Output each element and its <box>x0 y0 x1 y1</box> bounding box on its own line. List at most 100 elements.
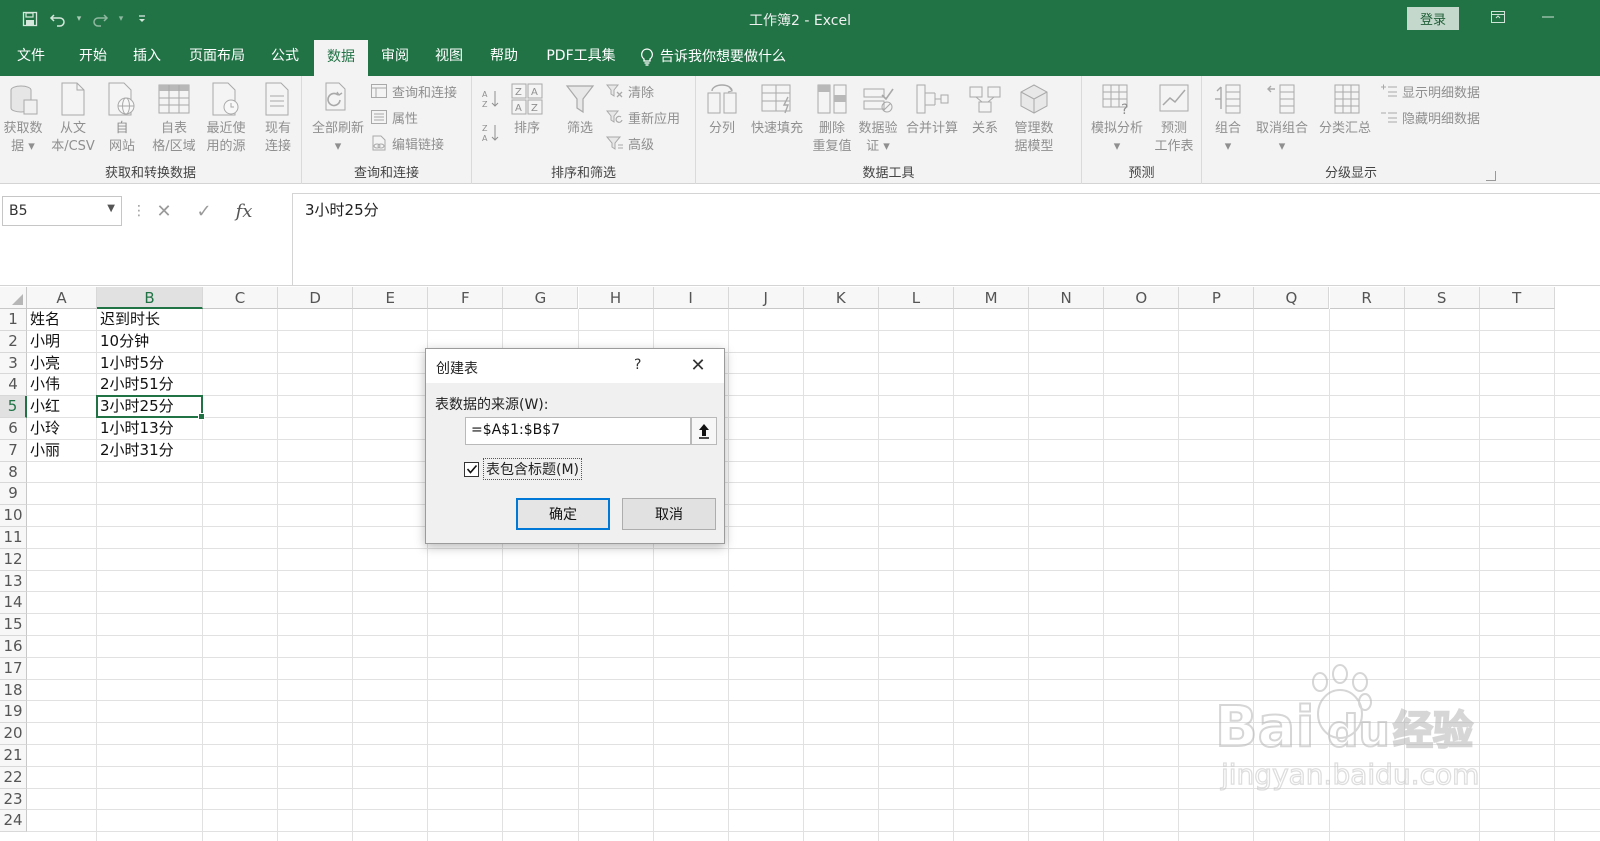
minimize-icon[interactable] <box>1535 6 1561 28</box>
cell-b2[interactable]: 10分钟 <box>97 331 203 353</box>
column-header-m[interactable]: M <box>954 287 1030 309</box>
subtotal-button[interactable]: 分类汇总 <box>1314 80 1376 138</box>
relationships-button[interactable]: 关系 <box>964 80 1006 138</box>
row-header-21[interactable]: 21 <box>0 745 27 767</box>
sort-a-to-z-button[interactable]: AZ <box>482 88 500 110</box>
column-header-c[interactable]: C <box>203 287 279 309</box>
tab-pdf-tools[interactable]: PDF工具集 <box>538 38 624 76</box>
recent-sources-button[interactable]: 最近使 用的源 <box>200 80 252 156</box>
refresh-all-button[interactable]: 全部刷新 ▾ <box>308 80 368 156</box>
insert-function-icon[interactable]: fx <box>224 201 264 222</box>
row-header-12[interactable]: 12 <box>0 548 27 571</box>
filter-button[interactable]: 筛选 <box>558 80 602 138</box>
chevron-down-icon[interactable]: ▼ <box>107 203 115 214</box>
column-header-q[interactable]: Q <box>1254 287 1330 309</box>
formula-input[interactable]: 3小时25分 <box>292 193 1600 286</box>
cell-a1[interactable]: 姓名 <box>27 309 97 331</box>
group-button[interactable]: 组合 ▾ <box>1206 80 1250 156</box>
cell-b4[interactable]: 2小时51分 <box>97 374 203 396</box>
queries-connections-button[interactable]: 查询和连接 <box>370 80 457 102</box>
row-header-20[interactable]: 20 <box>0 723 27 745</box>
select-all-button[interactable] <box>0 287 27 309</box>
help-icon[interactable]: ? <box>634 357 641 373</box>
sort-button[interactable]: ZAAZ 排序 <box>506 80 548 138</box>
tab-home[interactable]: 开始 <box>70 38 116 76</box>
column-header-s[interactable]: S <box>1404 287 1480 309</box>
column-header-l[interactable]: L <box>878 287 954 309</box>
row-header-2[interactable]: 2 <box>0 330 27 353</box>
existing-connections-button[interactable]: 现有 连接 <box>256 80 300 156</box>
advanced-filter-button[interactable]: 高级 <box>606 132 654 154</box>
tab-insert[interactable]: 插入 <box>124 38 170 76</box>
column-header-h[interactable]: H <box>578 287 654 309</box>
ok-button[interactable]: 确定 <box>516 498 610 530</box>
row-header-7[interactable]: 7 <box>0 439 27 462</box>
tab-review[interactable]: 审阅 <box>372 38 418 76</box>
row-header-6[interactable]: 6 <box>0 418 27 440</box>
cancel-icon[interactable]: ✕ <box>144 201 184 222</box>
tab-page-layout[interactable]: 页面布局 <box>184 38 250 76</box>
tab-data[interactable]: 数据 <box>314 38 368 76</box>
cell-a4[interactable]: 小伟 <box>27 374 97 396</box>
cancel-button[interactable]: 取消 <box>622 498 716 530</box>
tab-help[interactable]: 帮助 <box>481 38 527 76</box>
hide-detail-button[interactable]: 隐藏明细数据 <box>1380 106 1480 128</box>
enter-icon[interactable]: ✓ <box>184 201 224 222</box>
column-header-a[interactable]: A <box>27 287 97 309</box>
cell-a3[interactable]: 小亮 <box>27 353 97 375</box>
data-validation-button[interactable]: 数据验 证 ▾ <box>854 80 902 156</box>
column-header-e[interactable]: E <box>353 287 429 309</box>
column-header-n[interactable]: N <box>1029 287 1105 309</box>
login-button[interactable]: 登录 <box>1407 7 1459 30</box>
close-icon[interactable]: ✕ <box>686 355 710 376</box>
more-options-icon[interactable]: ⋮ <box>132 203 146 219</box>
row-header-19[interactable]: 19 <box>0 701 27 724</box>
tab-formulas[interactable]: 公式 <box>262 38 308 76</box>
row-header-17[interactable]: 17 <box>0 657 27 680</box>
has-headers-checkbox[interactable] <box>464 461 479 477</box>
tab-file[interactable]: 文件 <box>8 38 54 76</box>
row-header-24[interactable]: 24 <box>0 810 27 833</box>
has-headers-label[interactable]: 表包含标题(M) <box>483 458 583 480</box>
cell-a5[interactable]: 小红 <box>27 396 97 418</box>
ungroup-button[interactable]: 取消组合 ▾ <box>1250 80 1314 156</box>
get-data-button[interactable]: 获取数 据 ▾ <box>0 80 46 156</box>
what-if-analysis-button[interactable]: ? 模拟分析 ▾ <box>1086 80 1148 156</box>
reapply-button[interactable]: 重新应用 <box>606 106 680 128</box>
sort-z-to-a-button[interactable]: ZA <box>482 122 500 144</box>
row-header-8[interactable]: 8 <box>0 461 27 484</box>
row-header-18[interactable]: 18 <box>0 679 27 702</box>
column-header-p[interactable]: P <box>1179 287 1255 309</box>
range-input[interactable]: =$A$1:$B$7 <box>465 417 691 445</box>
column-header-r[interactable]: R <box>1329 287 1405 309</box>
consolidate-button[interactable]: 合并计算 <box>902 80 962 138</box>
column-header-t[interactable]: T <box>1479 287 1555 309</box>
ribbon-display-options-icon[interactable] <box>1485 6 1511 28</box>
row-header-5[interactable]: 5 <box>0 396 27 418</box>
column-header-f[interactable]: F <box>428 287 504 309</box>
remove-duplicates-button[interactable]: 删除 重复值 <box>810 80 854 156</box>
column-header-b[interactable]: B <box>97 287 203 309</box>
row-header-22[interactable]: 22 <box>0 766 27 789</box>
row-header-9[interactable]: 9 <box>0 483 27 506</box>
tell-me-search[interactable]: 告诉我你想要做什么 <box>640 38 786 76</box>
cell-b6[interactable]: 1小时13分 <box>97 418 203 440</box>
from-table-range-button[interactable]: 自表 格/区域 <box>148 80 200 156</box>
cell-b3[interactable]: 1小时5分 <box>97 353 203 375</box>
text-to-columns-button[interactable]: 分列 <box>702 80 742 138</box>
row-header-11[interactable]: 11 <box>0 527 27 549</box>
row-header-16[interactable]: 16 <box>0 636 27 658</box>
row-header-15[interactable]: 15 <box>0 614 27 636</box>
row-header-14[interactable]: 14 <box>0 592 27 615</box>
name-box[interactable]: B5 ▼ <box>2 196 122 226</box>
cell-b7[interactable]: 2小时31分 <box>97 440 203 462</box>
row-header-10[interactable]: 10 <box>0 505 27 527</box>
properties-button[interactable]: 属性 <box>370 106 418 128</box>
outline-dialog-launcher-icon[interactable] <box>1486 171 1496 181</box>
column-header-k[interactable]: K <box>803 287 879 309</box>
row-header-3[interactable]: 3 <box>0 352 27 375</box>
row-header-13[interactable]: 13 <box>0 570 27 593</box>
forecast-sheet-button[interactable]: 预测 工作表 <box>1150 80 1198 156</box>
column-header-j[interactable]: J <box>728 287 804 309</box>
row-header-4[interactable]: 4 <box>0 374 27 397</box>
